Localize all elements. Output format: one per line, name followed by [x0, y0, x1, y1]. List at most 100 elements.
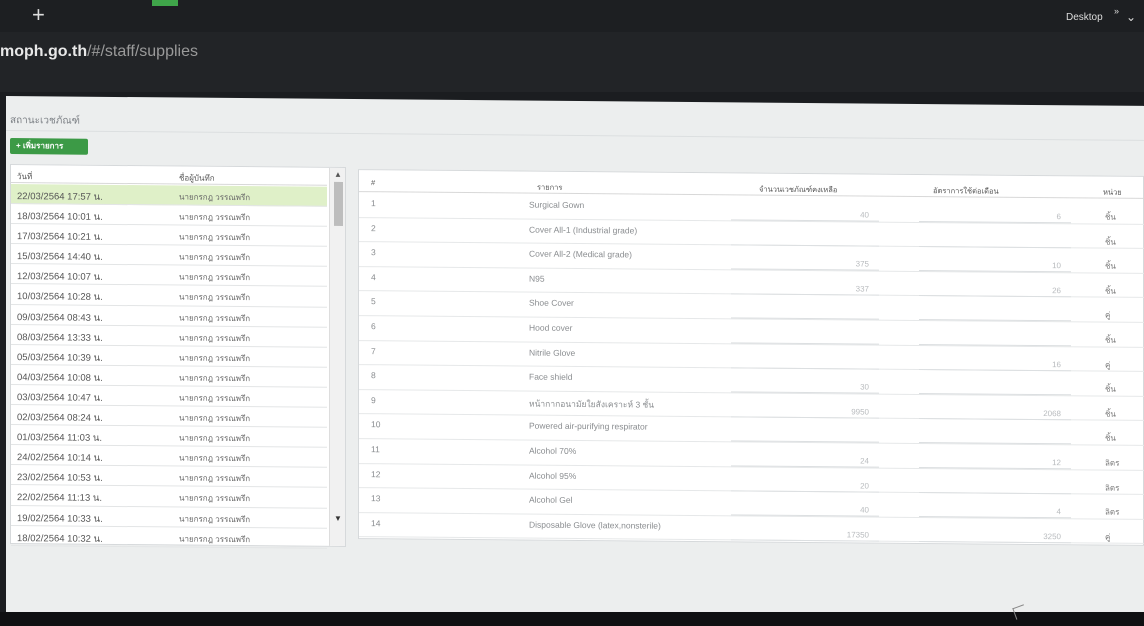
- history-user: นายกรกฎ วรรณพรึก: [179, 313, 251, 323]
- unit-label: ชิ้น: [1105, 237, 1116, 247]
- history-row[interactable]: 15/03/2564 14:40 น. นายกรกฎ วรรณพรึก: [11, 244, 327, 268]
- remaining-field[interactable]: [731, 430, 879, 444]
- address-bar[interactable]: moph.go.th/#/staff/supplies: [0, 40, 700, 68]
- unit-label: ชิ้น: [1105, 409, 1116, 419]
- scrollbar[interactable]: ▲ ▼: [329, 167, 345, 546]
- usage-field[interactable]: [919, 432, 1071, 445]
- history-user: นายกรกฎ วรรณพรึก: [179, 514, 251, 524]
- history-row[interactable]: 10/03/2564 10:28 น. นายกรกฎ วรรณพรึก: [11, 284, 327, 308]
- usage-field[interactable]: 12: [919, 456, 1071, 470]
- usage-field[interactable]: 10: [919, 260, 1071, 273]
- remaining-field[interactable]: 337: [731, 283, 879, 296]
- unit-label: ลิตร: [1105, 458, 1120, 468]
- unit-label: ชิ้น: [1105, 212, 1116, 222]
- usage-field[interactable]: [919, 235, 1071, 248]
- usage-field[interactable]: 26: [919, 284, 1071, 298]
- remaining-field[interactable]: 40: [731, 504, 879, 517]
- usage-value: 10: [1052, 261, 1061, 271]
- remaining-field[interactable]: 20: [731, 479, 879, 493]
- page-content: สถานะเวชภัณฑ์ + เพิ่มรายการ วันที่ ชื่อผ…: [6, 96, 1144, 626]
- usage-field[interactable]: 4: [919, 506, 1071, 519]
- usage-field[interactable]: [919, 309, 1071, 322]
- history-user: นายกรกฎ วรรณพรึก: [179, 232, 251, 243]
- usage-value: 2068: [1043, 408, 1061, 419]
- history-date: 03/03/2564 10:47 น.: [17, 392, 103, 404]
- history-row[interactable]: 18/02/2564 10:32 น. นายกรกฎ วรรณพรึก: [11, 525, 327, 549]
- history-date: 08/03/2564 13:33 น.: [17, 331, 103, 344]
- history-date: 04/03/2564 10:08 น.: [17, 371, 103, 384]
- supply-name: Powered air-purifying respirator: [529, 420, 648, 432]
- row-number: 4: [371, 271, 376, 283]
- supply-name: Alcohol Gel: [529, 494, 573, 506]
- scroll-up-icon[interactable]: ▲: [334, 170, 342, 179]
- column-header-date[interactable]: วันที่: [17, 170, 32, 183]
- usage-value: 6: [1056, 212, 1061, 222]
- history-date: 05/03/2564 10:39 น.: [17, 351, 103, 364]
- history-row[interactable]: 04/03/2564 10:08 น. นายกรกฎ วรรณพรึก: [11, 364, 327, 388]
- row-number: 13: [371, 493, 381, 504]
- row-number: 6: [371, 321, 376, 332]
- usage-field[interactable]: [919, 383, 1071, 396]
- desktop-label[interactable]: Desktop: [1066, 12, 1103, 23]
- remaining-field[interactable]: [731, 307, 879, 321]
- remaining-field[interactable]: 17350: [731, 529, 879, 542]
- history-date: 09/03/2564 08:43 น.: [17, 311, 103, 324]
- history-row[interactable]: 22/02/2564 11:13 น. นายกรกฎ วรรณพรึก: [11, 485, 327, 509]
- add-item-button[interactable]: + เพิ่มรายการ: [10, 138, 88, 155]
- scroll-thumb[interactable]: [334, 181, 343, 226]
- usage-field[interactable]: 2068: [919, 407, 1071, 421]
- column-header-user[interactable]: ชื่อผู้บันทึก: [179, 172, 215, 185]
- history-row[interactable]: 01/03/2564 11:03 น. นายกรกฎ วรรณพรึก: [11, 425, 327, 449]
- supply-name: Alcohol 95%: [529, 470, 577, 481]
- remaining-value: 9950: [851, 407, 869, 417]
- remaining-field[interactable]: 9950: [731, 406, 879, 419]
- browser-chrome: + Desktop » ⌄ moph.go.th/#/staff/supplie…: [0, 0, 1144, 92]
- usage-value: 4: [1056, 507, 1061, 517]
- history-row[interactable]: 02/03/2564 08:24 น. นายกรกฎ วรรณพรึก: [11, 405, 327, 428]
- remaining-field[interactable]: [731, 332, 879, 345]
- usage-field[interactable]: 6: [919, 210, 1071, 224]
- remaining-field[interactable]: 40: [731, 209, 879, 222]
- row-number: 3: [371, 247, 376, 258]
- scroll-down-icon[interactable]: ▼: [334, 514, 342, 523]
- remaining-field[interactable]: [731, 233, 879, 247]
- history-user: นายกรกฎ วรรณพรึก: [179, 493, 251, 504]
- remaining-field[interactable]: 30: [731, 381, 879, 394]
- remaining-value: 17350: [846, 530, 869, 540]
- history-date: 18/03/2564 10:01 น.: [17, 211, 103, 223]
- usage-field[interactable]: 16: [919, 358, 1071, 371]
- usage-value: 12: [1052, 458, 1061, 468]
- unit-label: ชิ้น: [1105, 433, 1116, 444]
- history-row[interactable]: 03/03/2564 10:47 น. นายกรกฎ วรรณพรึก: [11, 384, 327, 408]
- history-row[interactable]: 05/03/2564 10:39 น. นายกรกฎ วรรณพรึก: [11, 344, 327, 368]
- history-row[interactable]: 24/02/2564 10:14 น. นายกรกฎ วรรณพรึก: [11, 445, 327, 469]
- unit-label: ลิตร: [1105, 483, 1120, 493]
- overflow-icon[interactable]: »: [1114, 6, 1119, 16]
- history-row[interactable]: 09/03/2564 08:43 น. นายกรกฎ วรรณพรึก: [11, 304, 327, 328]
- history-user: นายกรกฎ วรรณพรึก: [179, 473, 251, 484]
- history-row[interactable]: 17/03/2564 10:21 น. นายกรกฎ วรรณพรึก: [11, 224, 327, 248]
- usage-value: 3250: [1043, 531, 1061, 542]
- history-row[interactable]: 23/02/2564 10:53 น. นายกรกฎ วรรณพรึก: [11, 465, 327, 489]
- history-row[interactable]: 08/03/2564 13:33 น. นายกรกฎ วรรณพรึก: [11, 324, 327, 348]
- history-row[interactable]: 22/03/2564 17:57 น. นายกรกฎ วรรณพรึก: [11, 184, 327, 207]
- usage-field[interactable]: [919, 333, 1071, 347]
- usage-field[interactable]: 3250: [919, 530, 1071, 544]
- remaining-value: 337: [855, 284, 869, 294]
- remaining-field[interactable]: 375: [731, 258, 879, 271]
- new-tab-button[interactable]: +: [32, 4, 45, 26]
- history-row[interactable]: 12/03/2564 10:07 น. นายกรกฎ วรรณพรึก: [11, 264, 327, 288]
- history-date: 01/03/2564 11:03 น.: [17, 432, 103, 444]
- history-row[interactable]: 19/02/2564 10:33 น. นายกรกฎ วรรณพรึก: [11, 505, 327, 529]
- history-date: 15/03/2564 14:40 น.: [17, 251, 103, 264]
- active-tab-indicator: [152, 0, 178, 6]
- chevron-down-icon[interactable]: ⌄: [1126, 10, 1136, 24]
- unit-label: คู่: [1105, 360, 1111, 370]
- remaining-field[interactable]: [731, 356, 879, 370]
- history-user: นายกรกฎ วรรณพรึก: [179, 353, 251, 363]
- usage-field[interactable]: [919, 481, 1071, 494]
- history-row[interactable]: 18/03/2564 10:01 น. นายกรกฎ วรรณพรึก: [11, 204, 327, 227]
- history-date: 22/02/2564 11:13 น.: [17, 492, 103, 505]
- supply-name: Face shield: [529, 371, 573, 383]
- remaining-field[interactable]: 24: [731, 455, 879, 468]
